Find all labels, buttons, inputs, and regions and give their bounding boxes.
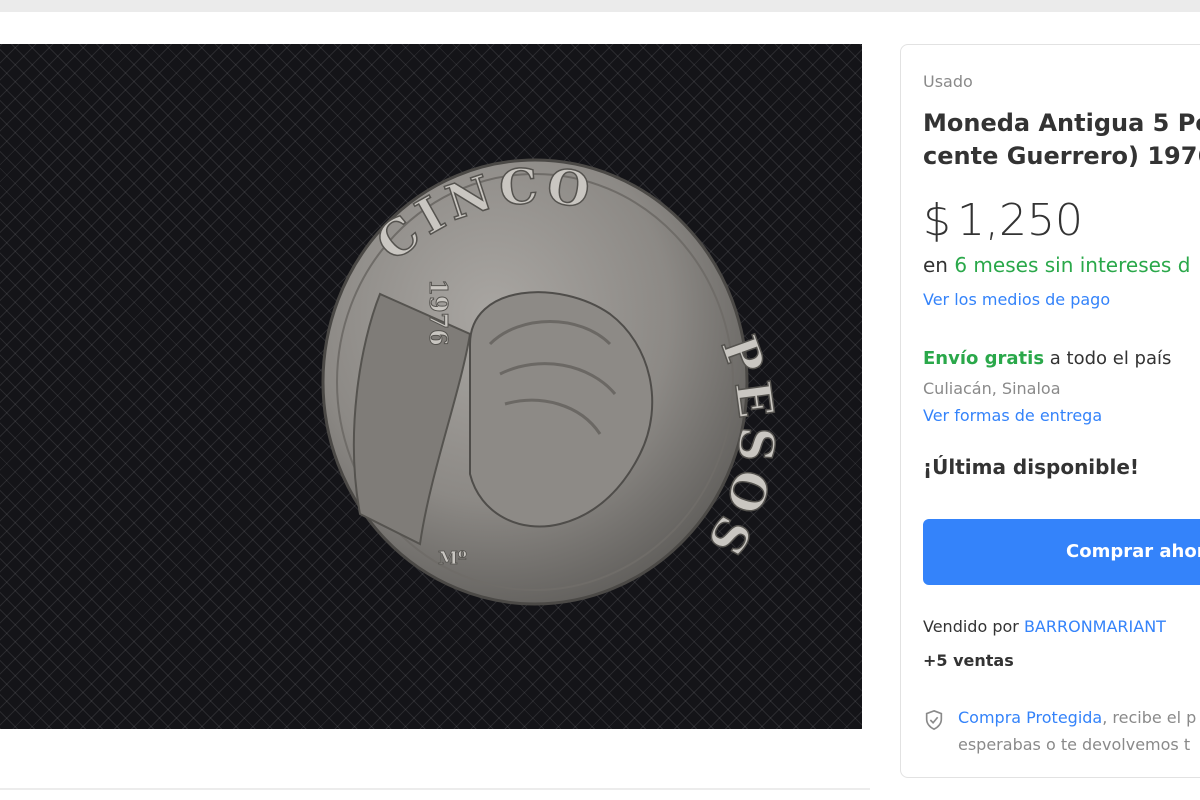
- installments-info: en 6 meses sin intereses d: [923, 253, 1190, 277]
- protected-purchase-text: Compra Protegida, recibe el p: [958, 708, 1196, 727]
- coin-illustration: CINCO PESOS 1976 Mº: [321, 157, 779, 606]
- coin-year: 1976: [424, 279, 453, 346]
- buy-now-button[interactable]: Comprar ahor: [923, 519, 1200, 585]
- shipping-info: Envío gratis a todo el país: [923, 348, 1171, 369]
- seller-sales-count: +5 ventas: [923, 651, 1014, 670]
- shipping-scope: a todo el país: [1049, 348, 1172, 369]
- product-title-line-2: cente Guerrero) 1976: [923, 142, 1200, 170]
- top-bar: [0, 0, 1200, 12]
- item-condition: Usado: [923, 72, 973, 91]
- product-title: Moneda Antigua 5 Pe cente Guerrero) 1976: [923, 107, 1200, 173]
- price-currency: $: [923, 195, 951, 246]
- stock-message: ¡Última disponible!: [923, 455, 1140, 479]
- payment-methods-link[interactable]: Ver los medios de pago: [923, 290, 1110, 309]
- protected-purchase-rest: , recibe el p: [1102, 708, 1197, 727]
- shield-check-icon: [925, 709, 943, 731]
- seller-location: Culiacán, Sinaloa: [923, 379, 1061, 398]
- sold-by-label: Vendido por: [923, 617, 1019, 636]
- seller-name-link[interactable]: BARRONMARIANT: [1024, 617, 1166, 636]
- delivery-options-link[interactable]: Ver formas de entrega: [923, 406, 1102, 425]
- product-image[interactable]: CINCO PESOS 1976 Mº: [0, 44, 862, 729]
- coin-mint-mark: Mº: [438, 548, 467, 569]
- installments-highlight: 6 meses sin intereses d: [954, 253, 1191, 277]
- protected-purchase-text-line-2: esperabas o te devolvemos t: [958, 735, 1191, 754]
- price-amount: 1,250: [957, 195, 1083, 246]
- price: $1,250: [923, 195, 1083, 246]
- protected-purchase-link[interactable]: Compra Protegida: [958, 708, 1102, 727]
- product-title-line-1: Moneda Antigua 5 Pe: [923, 109, 1200, 137]
- seller-info: Vendido por BARRONMARIANT: [923, 617, 1166, 636]
- installments-prefix: en: [923, 253, 948, 277]
- divider: [0, 788, 870, 790]
- product-info-card: Usado Moneda Antigua 5 Pe cente Guerrero…: [900, 44, 1200, 778]
- free-shipping-label: Envío gratis: [923, 348, 1045, 369]
